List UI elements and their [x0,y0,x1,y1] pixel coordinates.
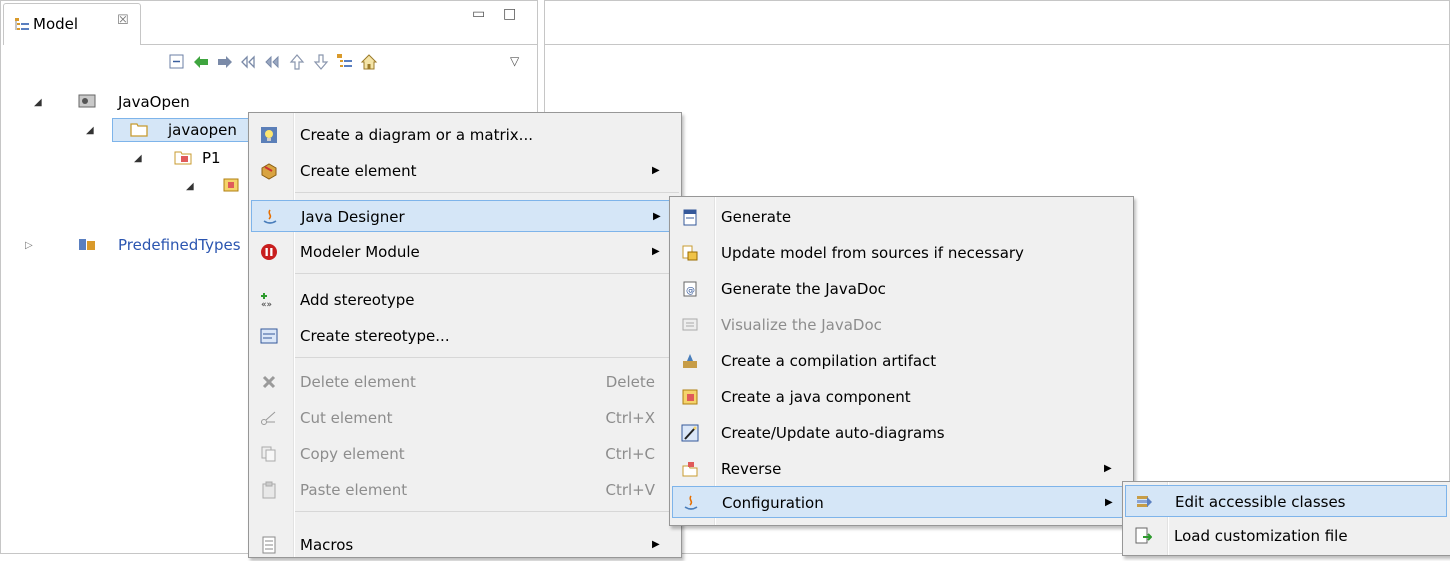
cut-icon [261,411,276,425]
maximize-icon[interactable]: □ [503,6,516,22]
visualize-javadoc-icon [682,318,698,331]
menu-item-edit-accessible-classes[interactable]: Edit accessible classes [1125,485,1447,517]
menu-item-generate-javadoc[interactable]: @ Generate the JavaDoc [672,273,1129,305]
menu-item-create-diagram[interactable]: Create a diagram or a matrix... [251,119,677,151]
menu-item-java-component[interactable]: Create a java component [672,381,1129,413]
menu-item-configuration[interactable]: Configuration ▶ [672,486,1129,518]
expand-twisty-icon[interactable]: ◢ [186,176,194,198]
configuration-icon [684,495,698,510]
model-tab[interactable]: Model ☒ [3,3,141,45]
expand-twisty-icon[interactable]: ◢ [34,92,42,114]
artifact-icon [683,354,697,368]
model-tree-icon [15,18,29,30]
modeler-module-icon [261,244,277,260]
menu-item-auto-diagrams[interactable]: Create/Update auto-diagrams [672,417,1129,449]
svg-text:@: @ [686,286,695,296]
tree-label: javaopen [168,121,237,139]
add-stereotype-icon: «» [261,293,272,309]
javadoc-icon: @ [683,281,697,297]
auto-diagram-icon [681,424,699,442]
tree-label: P1 [202,149,221,167]
context-menu: Create a diagram or a matrix... Create e… [248,112,682,558]
up-icon[interactable] [288,53,306,71]
tab-divider [141,44,537,45]
tree-row-javaopen[interactable]: ◢ JavaOpen [0,91,540,113]
component-icon [223,178,239,192]
model-tree-icon[interactable] [336,53,354,71]
generate-icon [683,209,697,226]
menu-item-copy-element[interactable]: Copy element Ctrl+C [251,438,677,470]
lightbulb-icon [261,127,277,143]
copy-icon [261,446,276,462]
package-box-icon [261,163,277,180]
menu-item-reverse[interactable]: Reverse ▶ [672,453,1129,485]
view-menu-icon[interactable]: ▽ [510,54,519,68]
tab-title: Model [33,15,79,33]
menu-item-add-stereotype[interactable]: «» Add stereotype [251,284,677,316]
menu-item-update-model[interactable]: Update model from sources if necessary [672,237,1129,269]
close-icon[interactable]: ☒ [117,13,129,28]
update-model-icon [682,245,698,261]
component-icon [682,389,698,405]
menu-item-visualize-javadoc[interactable]: Visualize the JavaDoc [672,309,1129,341]
editor-tab-divider [544,44,1450,45]
menu-item-java-designer[interactable]: Java Designer ▶ [251,200,677,232]
menu-item-generate[interactable]: Generate [672,201,1129,233]
folder-icon [130,123,148,137]
tree-label: JavaOpen [118,93,190,111]
next-icon[interactable] [264,53,282,71]
java-designer-submenu: Generate Update model from sources if ne… [669,196,1134,526]
paste-icon [262,481,276,499]
java-icon [263,209,277,224]
menu-item-cut-element[interactable]: Cut element Ctrl+X [251,402,677,434]
predefined-types-icon [79,239,95,250]
forward-icon[interactable] [216,53,234,71]
macros-icon [262,536,276,554]
collapse-all-icon[interactable] [168,53,186,71]
tree-label: PredefinedTypes [118,236,241,254]
menu-item-modeler-module[interactable]: Modeler Module ▶ [251,236,677,268]
menu-item-load-customization[interactable]: Load customization file [1125,520,1447,552]
expand-twisty-icon[interactable]: ◢ [86,120,94,142]
package-icon [174,151,192,165]
minimize-icon[interactable]: ▭ [472,6,485,22]
configuration-submenu: Edit accessible classes Load customizati… [1122,481,1450,556]
expand-twisty-icon[interactable]: ◢ [134,148,142,170]
menu-item-paste-element[interactable]: Paste element Ctrl+V [251,474,677,506]
project-icon [78,94,96,108]
create-stereotype-icon [260,328,278,344]
reverse-icon [682,462,698,477]
edit-classes-icon [1137,496,1152,507]
menu-item-compilation-artifact[interactable]: Create a compilation artifact [672,345,1129,377]
delete-icon [262,375,276,389]
menu-item-create-element[interactable]: Create element ▶ [251,155,677,187]
home-icon[interactable] [360,53,378,71]
menu-item-macros[interactable]: Macros ▶ [251,529,677,561]
menu-item-create-stereotype[interactable]: Create stereotype... [251,320,677,352]
previous-icon[interactable] [240,53,258,71]
down-icon[interactable] [312,53,330,71]
menu-item-delete-element[interactable]: Delete element Delete [251,366,677,398]
svg-text:«»: «» [261,300,272,309]
back-icon[interactable] [192,53,210,71]
load-file-icon [1135,527,1152,544]
collapse-twisty-icon[interactable]: ▷ [25,235,33,257]
